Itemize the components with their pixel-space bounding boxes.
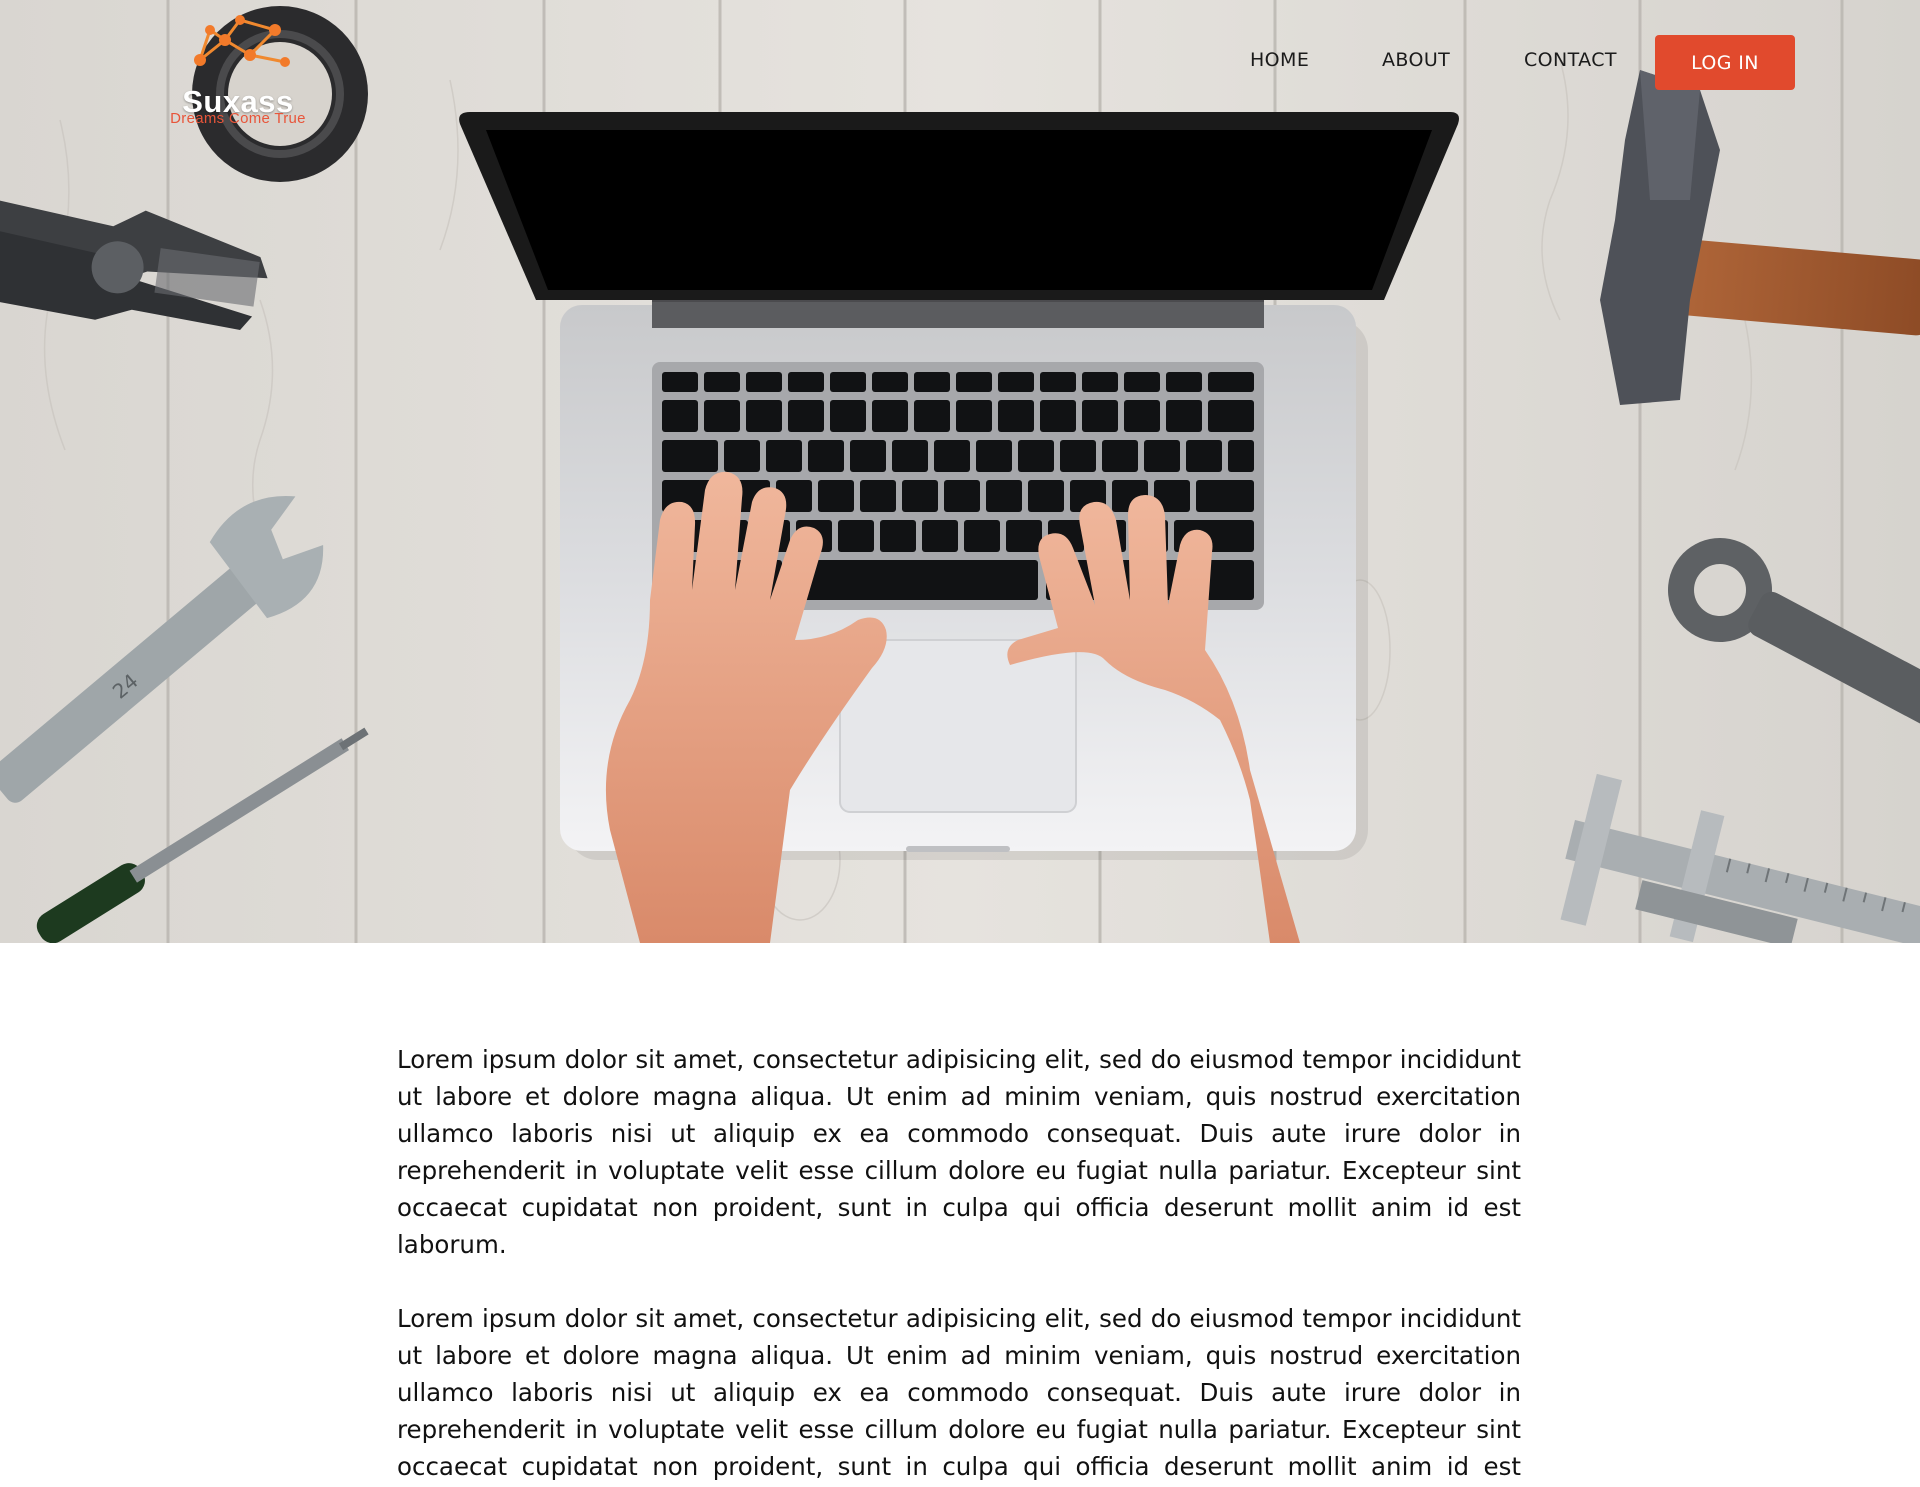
content-paragraph: Lorem ipsum dolor sit amet, consectetur …: [397, 1304, 1521, 1481]
brand-tagline: Dreams Come True: [170, 110, 306, 127]
login-button[interactable]: LOG IN: [1655, 35, 1795, 90]
hero-section: 24 Suxass Dreams Come True HOME ABOUT CO…: [0, 0, 1920, 943]
hero-image: 24: [0, 0, 1920, 943]
nav-link-home[interactable]: HOME: [1250, 49, 1309, 71]
brand-logo[interactable]: Suxass Dreams Come True: [150, 10, 340, 127]
nav-link-contact[interactable]: CONTACT: [1524, 49, 1617, 71]
nav-link-about[interactable]: ABOUT: [1382, 49, 1450, 71]
main-content: Lorem ipsum dolor sit amet, consectetur …: [397, 1041, 1521, 1487]
content-paragraph: Lorem ipsum dolor sit amet, consectetur …: [397, 1045, 1521, 1259]
network-logo-icon: [194, 15, 290, 67]
